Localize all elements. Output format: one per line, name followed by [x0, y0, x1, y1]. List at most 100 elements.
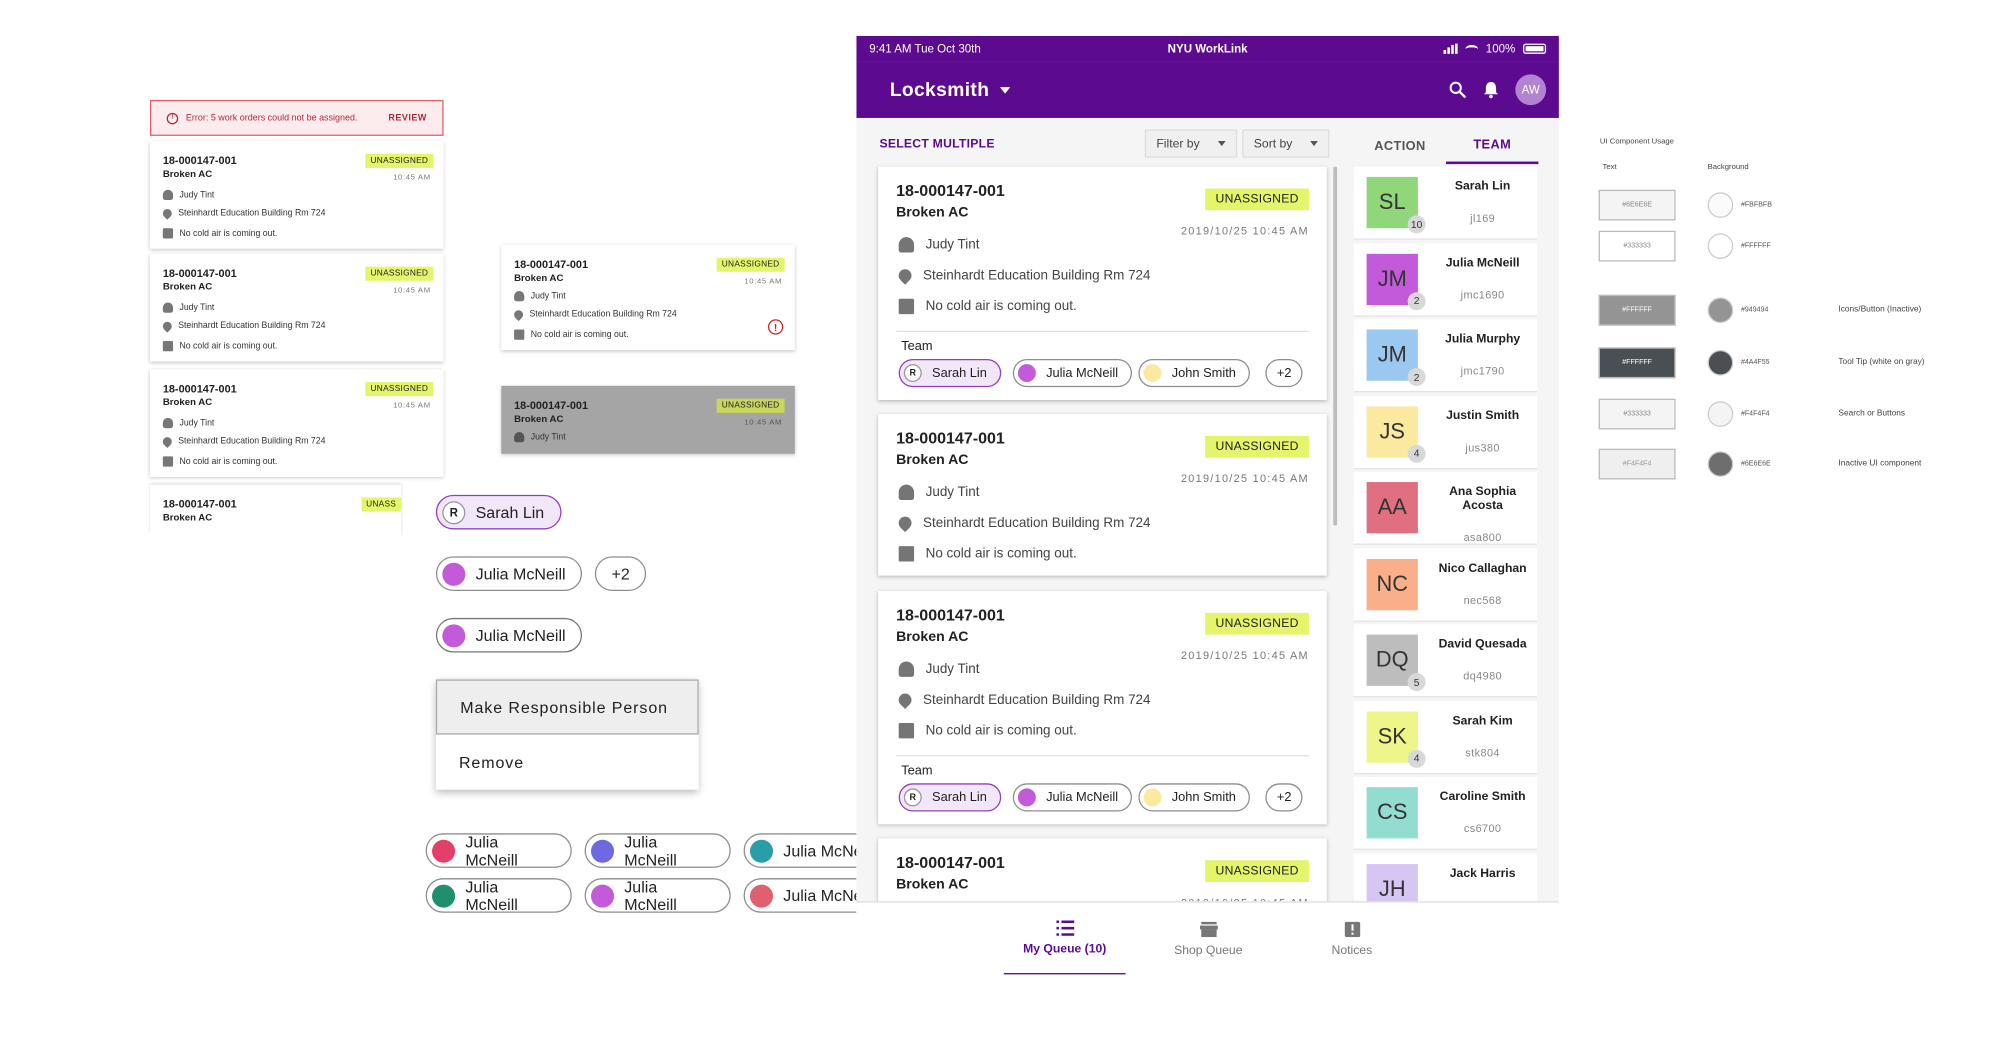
team-chip-responsible[interactable]: R Sarah Lin — [898, 783, 1002, 812]
notification-bell-icon[interactable] — [1482, 81, 1500, 99]
mini-work-order-card[interactable]: 18-000147-001 Broken AC UNASS — [149, 484, 402, 536]
filter-dropdown[interactable]: Filter by — [1144, 129, 1237, 158]
chip-label: Julia McNeill — [624, 877, 677, 914]
mini-work-order-card[interactable]: 18-000147-001 Broken AC UNASSIGNED 10:45… — [149, 369, 444, 477]
work-order-datetime: 2019/10/25 10:45 AM — [1180, 648, 1309, 662]
work-order-card[interactable]: 18-000147-001 Broken AC UNASSIGNED 2019/… — [878, 166, 1327, 400]
work-order-title: Broken AC — [162, 280, 213, 293]
avatar-dot — [1017, 364, 1036, 383]
team-chip[interactable]: John Smith — [1138, 358, 1250, 388]
person-icon — [162, 417, 174, 429]
user-avatar[interactable]: AW — [1515, 74, 1547, 106]
work-order-title: Broken AC — [896, 205, 969, 221]
team-chip[interactable]: John Smith — [1138, 783, 1250, 812]
chevron-down-icon — [1310, 141, 1319, 147]
avatar-dot — [591, 883, 615, 908]
chip-more-label: +2 — [611, 564, 630, 583]
team-member-row[interactable]: JS 4 Justin Smith jus380 — [1353, 395, 1538, 469]
chip-color-variant[interactable]: Julia McNe — [743, 878, 857, 913]
member-id: cs6700 — [1463, 821, 1502, 835]
team-member-row[interactable]: SL 10 Sarah Lin jl169 — [1353, 166, 1538, 240]
nav-notices[interactable]: Notices — [1291, 903, 1413, 975]
text-color-swatch: #333333 — [1598, 398, 1676, 430]
background-color-label: #4A4F55 — [1740, 358, 1770, 367]
team-chip-responsible[interactable]: R Sarah Lin — [898, 358, 1002, 388]
sort-label: Sort by — [1253, 136, 1293, 151]
status-badge: UNASSIGNED — [1205, 612, 1309, 635]
nav-shop-queue[interactable]: Shop Queue — [1147, 903, 1269, 975]
chip-color-variant[interactable]: Julia McNeill — [584, 877, 731, 914]
work-order-datetime: 2019/10/25 10:45 AM — [1180, 224, 1309, 238]
member-id: asa800 — [1463, 530, 1502, 544]
make-responsible-menu-item[interactable]: Make Responsible Person — [435, 679, 699, 735]
work-order-time: 10:45 AM — [393, 287, 431, 295]
shop-title[interactable]: Locksmith — [890, 79, 990, 101]
status-badge: UNASSIGNED — [1205, 188, 1309, 211]
nav-my-queue[interactable]: My Queue (10) — [1003, 903, 1126, 975]
mini-work-order-card[interactable]: 18-000147-001 Broken AC UNASSIGNED 10:45… — [149, 141, 444, 249]
chip-julia-mcneill[interactable]: Julia McNeill — [435, 556, 583, 592]
error-icon[interactable]: ! — [767, 319, 784, 335]
chip-color-variant[interactable]: Julia McNeill — [584, 833, 731, 869]
sort-dropdown[interactable]: Sort by — [1242, 129, 1330, 158]
chip-label: +2 — [1276, 366, 1292, 381]
note-icon — [162, 456, 174, 467]
team-label: Team — [901, 339, 933, 354]
select-multiple-button[interactable]: SELECT MULTIPLE — [879, 137, 994, 151]
assignment-count-badge: 2 — [1407, 367, 1426, 386]
chip-color-variant[interactable]: Julia McNeill — [425, 833, 572, 869]
text-color-swatch: #FFFFFF — [1598, 347, 1676, 379]
member-name: Julia Murphy — [1445, 332, 1521, 347]
team-member-row[interactable]: NC Nico Callaghan nec568 — [1353, 548, 1538, 622]
member-name: Sarah Kim — [1452, 713, 1513, 728]
chip-sarah-lin-responsible[interactable]: R Sarah Lin — [435, 494, 561, 530]
error-icon: ! — [166, 112, 179, 124]
member-id: jl169 — [1470, 211, 1496, 225]
team-member-row[interactable]: SK 4 Sarah Kim stk804 — [1353, 700, 1538, 774]
mini-work-order-card[interactable]: 18-000147-001 Broken AC UNASSIGNED 10:45… — [149, 253, 444, 362]
work-order-title: Broken AC — [514, 271, 564, 284]
mini-work-order-card-error[interactable]: 18-000147-001 Broken AC UNASSIGNED 10:45… — [501, 244, 795, 350]
chip-color-variant[interactable]: Julia McNe — [743, 833, 857, 868]
tab-action[interactable]: ACTION — [1354, 128, 1446, 164]
review-link[interactable]: REVIEW — [388, 113, 426, 122]
tab-team[interactable]: TEAM — [1446, 128, 1539, 165]
team-more-chip[interactable]: +2 — [1265, 783, 1304, 812]
chip-label: Sarah Lin — [932, 790, 987, 805]
chip-julia-mcneill-pressed[interactable]: Julia McNeill — [435, 617, 583, 653]
note-text: No cold air is coming out. — [179, 457, 278, 467]
team-chip[interactable]: Julia McNeill — [1012, 783, 1133, 812]
work-order-number: 18-000147-001 — [896, 853, 1005, 872]
list-scrollbar[interactable] — [1333, 166, 1338, 526]
requester-name: Judy Tint — [179, 303, 215, 313]
background-color-swatch — [1707, 401, 1734, 427]
context-menu: Make Responsible Person Remove — [435, 679, 699, 790]
member-name: Jack Harris — [1449, 865, 1516, 881]
usage-label: Icons/Button (Inactive) — [1838, 305, 1922, 315]
team-member-row[interactable]: JM 2 Julia McNeill jmc1690 — [1353, 242, 1538, 317]
chip-more[interactable]: +2 — [594, 556, 647, 592]
search-icon[interactable] — [1449, 81, 1467, 99]
team-member-row[interactable]: AA Ana Sophia Acosta asa800 — [1353, 471, 1538, 545]
chip-color-variant[interactable]: Julia McNeill — [425, 878, 572, 913]
work-order-card[interactable]: 18-000147-001 Broken AC UNASSIGNED 2019/… — [878, 414, 1327, 576]
member-id: stk804 — [1465, 745, 1500, 759]
status-badge: UNASSIGNED — [365, 153, 434, 168]
member-name: David Quesada — [1438, 637, 1527, 652]
work-order-title: Broken AC — [896, 629, 969, 645]
shop-dropdown-icon[interactable] — [999, 86, 1010, 93]
work-order-card[interactable]: 18-000147-001 Broken AC UNASSIGNED 2019/… — [878, 591, 1327, 825]
team-member-row[interactable]: DQ 5 David Quesada dq4980 — [1353, 624, 1538, 698]
team-chip[interactable]: Julia McNeill — [1012, 358, 1133, 388]
remove-menu-item[interactable]: Remove — [436, 735, 699, 790]
team-member-row[interactable]: JM 2 Julia Murphy jmc1790 — [1353, 319, 1538, 393]
person-icon — [162, 302, 174, 313]
member-name: Nico Callaghan — [1438, 560, 1527, 575]
wifi-icon — [1465, 44, 1479, 53]
team-member-row[interactable]: CS Caroline Smith cs6700 — [1353, 776, 1538, 850]
chip-label: Julia McNeill — [1046, 366, 1119, 381]
assignment-count-badge: 2 — [1407, 291, 1426, 310]
team-more-chip[interactable]: +2 — [1265, 358, 1304, 388]
requester-name: Judy Tint — [179, 418, 215, 428]
background-color-label: #6E6E6E — [1740, 460, 1771, 468]
